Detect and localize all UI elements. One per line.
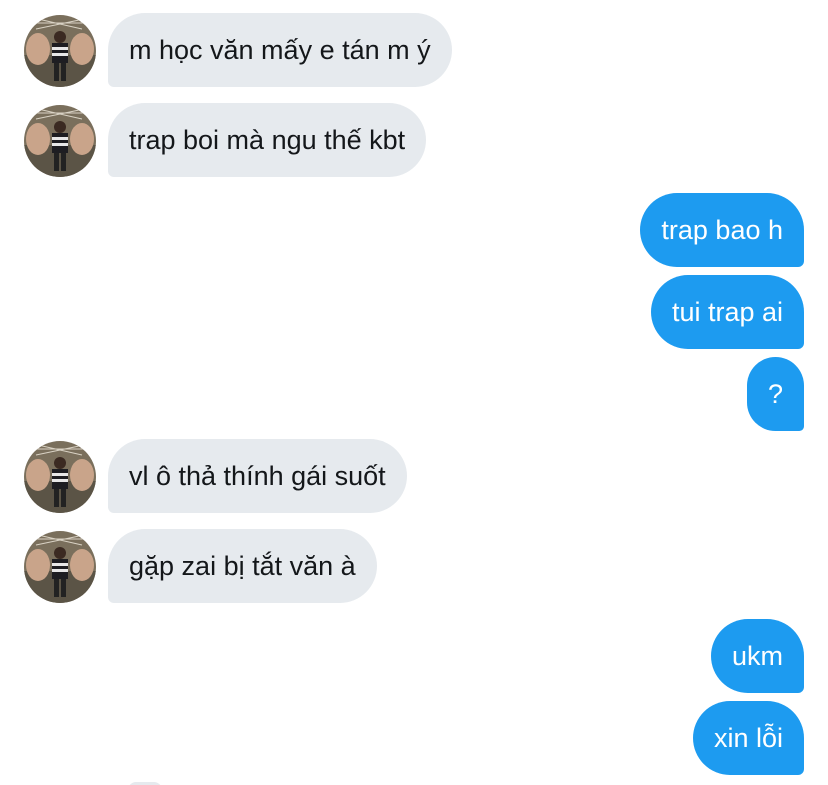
message-row-incoming: vl ô thả thính gái suốt bbox=[0, 439, 828, 513]
message-row-incoming: m học văn mấy e tán m ý bbox=[0, 13, 828, 87]
message-row-outgoing: tui trap ai bbox=[0, 275, 828, 349]
avatar-photo-icon bbox=[24, 441, 96, 513]
avatar-photo-icon bbox=[24, 531, 96, 603]
message-bubble-outgoing[interactable]: ukm bbox=[710, 619, 804, 693]
avatar-photo-icon bbox=[24, 105, 96, 177]
message-bubble-incoming[interactable]: vl ô thả thính gái suốt bbox=[108, 439, 407, 513]
message-bubble-outgoing[interactable]: ? bbox=[746, 357, 804, 431]
message-bubble-outgoing[interactable]: tui trap ai bbox=[650, 275, 804, 349]
message-row-incoming: trap boi mà ngu thế kbt bbox=[0, 103, 828, 177]
message-row-outgoing: ukm bbox=[0, 619, 828, 693]
message-bubble-incoming[interactable]: gặp zai bị tắt văn à bbox=[108, 529, 377, 603]
message-row-incoming: gặp zai bị tắt văn à bbox=[0, 529, 828, 603]
sender-avatar[interactable] bbox=[24, 441, 96, 513]
message-bubble-incoming[interactable]: m học văn mấy e tán m ý bbox=[108, 13, 452, 87]
conversation-view: m học văn mấy e tán m ý trap boi mà ngu … bbox=[0, 0, 828, 785]
message-row-outgoing: xin lỗi bbox=[0, 701, 828, 775]
sender-avatar[interactable] bbox=[24, 531, 96, 603]
avatar-photo-icon bbox=[24, 15, 96, 87]
message-bubble-outgoing[interactable]: trap bao h bbox=[640, 193, 804, 267]
message-bubble-incoming[interactable]: trap boi mà ngu thế kbt bbox=[108, 103, 427, 177]
sender-avatar[interactable] bbox=[24, 15, 96, 87]
message-row-outgoing: ? bbox=[0, 357, 828, 431]
message-row-outgoing: trap bao h bbox=[0, 193, 828, 267]
message-bubble-outgoing[interactable]: xin lỗi bbox=[692, 701, 804, 775]
sender-avatar[interactable] bbox=[24, 105, 96, 177]
